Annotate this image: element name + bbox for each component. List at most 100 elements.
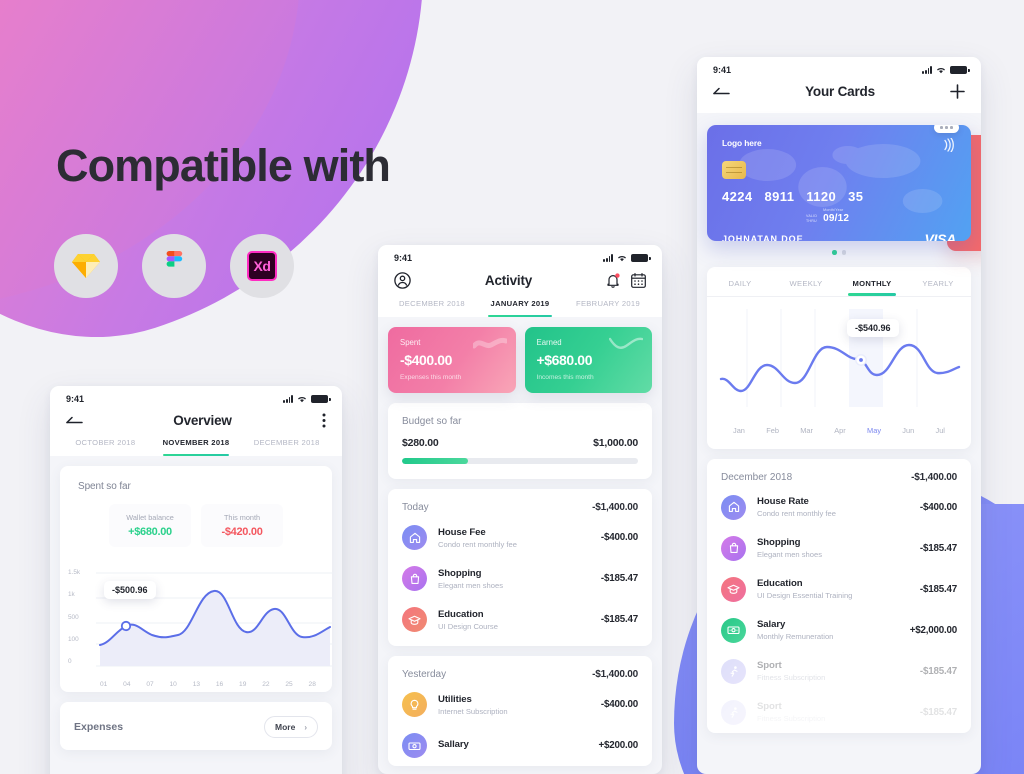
tab-december-2018[interactable]: DECEMBER 2018 [241,438,332,456]
transaction-amount: -$185.47 [600,573,638,584]
x-tick: 10 [169,681,177,688]
x-tick: Feb [766,425,779,435]
transaction-name: Sallary [438,739,469,750]
transaction-desc: Elegant men shoes [757,550,823,559]
arrow-left-icon[interactable] [713,86,730,98]
bell-icon[interactable] [606,272,620,289]
chevron-right-icon: › [304,722,307,732]
balance-row: Wallet balance +$680.00 This month -$420… [60,492,332,563]
tab-november-2018[interactable]: NOVEMBER 2018 [151,438,242,456]
plus-icon[interactable] [950,84,965,99]
house-icon [402,525,427,550]
page-title: Your Cards [805,84,875,99]
transaction-info: House Rate Condo rent monthly fee [757,496,920,518]
table-row[interactable]: Shopping Elegant men shoes -$185.47 [388,558,652,599]
tool-figma[interactable] [142,234,206,298]
pager-dot-active[interactable] [832,250,837,255]
tab-daily[interactable]: DAILY [707,267,773,296]
activity-nav-actions [606,272,646,289]
transaction-info: Sallary [438,739,598,752]
credit-card[interactable]: Logo here 4224 8911 1120 35 VALID THRU M… [707,125,971,241]
tab-february-2019[interactable]: FEBRUARY 2019 [564,299,652,317]
this-month-box: This month -$420.00 [201,504,283,547]
budget-title: Budget so far [402,416,462,427]
chart-period-tabs: DAILY WEEKLY MONTHLY YEARLY [707,267,971,297]
status-bar-time: 9:41 [713,65,732,75]
battery-icon [631,254,651,262]
table-row[interactable]: Sport Fitness Subscription -$185.47 [707,651,971,692]
graduation-cap-icon [721,576,746,602]
transaction-name: Salary [757,619,786,630]
table-row[interactable]: Utilities Internet Subscription -$400.00 [388,684,652,725]
transaction-name: Sport [757,660,782,671]
transaction-desc: Monthly Remuneration [757,632,834,641]
tab-yearly[interactable]: YEARLY [905,267,971,296]
transaction-name: House Rate [757,496,809,507]
budget-progress-bar [402,458,638,464]
calendar-icon[interactable] [631,273,646,288]
budget-card: Budget so far $280.00 $1,000.00 [388,403,652,479]
chart-highlight-point [120,620,132,632]
transaction-desc: Condo rent monthly fee [438,539,517,549]
more-horizontal-icon[interactable] [934,125,959,133]
user-circle-icon[interactable] [394,272,411,289]
group-title: December 2018 [721,471,793,483]
tab-january-2019[interactable]: JANUARY 2019 [476,299,564,317]
chart-tooltip: -$500.96 [104,581,156,599]
signal-icon [603,254,613,262]
page-title: Activity [484,273,533,288]
more-button[interactable]: More › [264,716,318,738]
month-tabs: OCTOBER 2018 NOVEMBER 2018 DECEMBER 2018 [50,438,342,456]
table-row[interactable]: Sport Fitness Subscription -$185.47 [707,692,971,733]
transaction-amount: -$185.47 [919,542,957,554]
x-tick: Jun [902,425,915,435]
tool-sketch[interactable] [54,234,118,298]
tab-monthly[interactable]: MONTHLY [839,267,905,296]
x-tick: 16 [215,681,224,688]
graduation-cap-icon [402,607,427,632]
tab-december-2018[interactable]: DECEMBER 2018 [388,299,476,317]
summary-amount: -$400.00 [400,352,453,368]
summary-card-earned[interactable]: Earned +$680.00 Incomes this month [524,327,652,393]
transaction-desc: UI Design Essential Training [757,591,853,600]
group-title: Yesterday [402,669,447,680]
summary-sub: Expenses this month [400,374,462,381]
x-tick: 28 [308,681,316,688]
table-row[interactable]: House Rate Condo rent monthly fee -$400.… [707,487,971,528]
table-row[interactable]: Education UI Design Essential Training -… [707,569,971,610]
house-icon [721,494,746,520]
arrow-left-icon[interactable] [66,415,83,427]
table-row[interactable]: Education UI Design Course -$185.47 [388,599,652,640]
transaction-name: Sport [757,701,782,712]
tab-weekly[interactable]: WEEKLY [773,267,839,296]
shopping-bag-icon [402,566,427,591]
transaction-info: Shopping Elegant men shoes [438,568,601,590]
transaction-group-december: December 2018 -$1,400.00 House Rate Cond… [707,458,971,733]
tab-october-2018[interactable]: OCTOBER 2018 [60,438,151,456]
status-bar-time: 9:41 [66,394,85,404]
table-row[interactable]: House Fee Condo rent monthly fee -$400.0… [388,517,652,558]
status-bar: 9:41 [378,245,662,266]
valid-thru-label: VALID THRU [806,214,817,224]
tool-adobe-xd[interactable]: Xd [230,234,294,298]
more-button-label: More [275,722,296,732]
status-bar-indicators [603,254,651,262]
page-title: Compatible with [56,140,391,191]
table-row[interactable]: Shopping Elegant men shoes -$185.47 [707,528,971,569]
summary-cards-row: Spent -$400.00 Expenses this month Earne… [388,327,652,393]
x-tick: Mar [800,425,813,435]
transaction-group-yesterday: Yesterday -$1,400.00 Utilities Internet … [388,656,652,766]
group-header: Yesterday -$1,400.00 [388,656,652,684]
summary-label: Earned [536,338,562,347]
credit-card-carousel: Logo here 4224 8911 1120 35 VALID THRU M… [697,113,981,267]
phone-cards-screen: 9:41 Your Cards Logo here 4224 8911 35 V… [697,57,981,774]
this-month-value: -$420.00 [221,526,263,538]
transaction-amount: -$185.47 [919,665,957,677]
table-row[interactable]: Salary Monthly Remuneration +$2,000.00 [707,610,971,651]
cards-chart-svg [719,308,961,407]
summary-card-spent[interactable]: Spent -$400.00 Expenses this month [388,327,516,393]
pager-dot[interactable] [841,250,846,255]
transaction-desc: Fitness Subscription [757,714,826,723]
table-row[interactable]: Sallary +$200.00 [388,725,652,766]
more-vertical-icon[interactable] [322,413,326,428]
